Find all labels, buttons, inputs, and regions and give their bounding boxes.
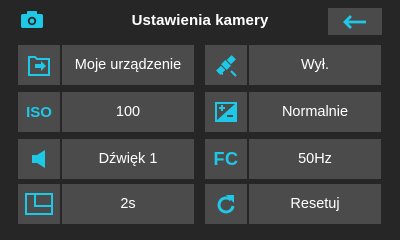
gps-value-button[interactable]: Wył. bbox=[249, 45, 381, 85]
reset-icon-button[interactable] bbox=[205, 184, 247, 224]
frequency-icon-button[interactable]: FC bbox=[205, 139, 247, 179]
exposure-icon-button[interactable] bbox=[205, 92, 247, 132]
exposure-value: Normalnie bbox=[281, 104, 349, 120]
frequency-value-button[interactable]: 50Hz bbox=[249, 139, 381, 179]
reset-label: Resetuj bbox=[290, 196, 340, 212]
iso-value: 100 bbox=[115, 104, 141, 120]
header-bar: Ustawienia kamery bbox=[0, 0, 400, 38]
gps-icon-button[interactable] bbox=[205, 45, 247, 85]
timer-value: 2s bbox=[120, 196, 136, 212]
frequency-value: 50Hz bbox=[298, 151, 332, 167]
iso-icon-button[interactable]: ISO bbox=[18, 92, 60, 132]
satellite-icon bbox=[214, 53, 238, 77]
timer-frame-icon bbox=[25, 193, 53, 215]
storage-icon-button[interactable] bbox=[18, 45, 60, 85]
iso-value-button[interactable]: 100 bbox=[62, 92, 194, 132]
back-button[interactable] bbox=[328, 8, 382, 35]
folder-export-icon bbox=[27, 53, 51, 77]
sound-value-button[interactable]: Dźwięk 1 bbox=[62, 139, 194, 179]
arrow-left-icon bbox=[343, 14, 367, 29]
reset-arrow-icon bbox=[216, 194, 236, 214]
sound-value: Dźwięk 1 bbox=[98, 151, 158, 167]
storage-value: Moje urządzenie bbox=[74, 57, 182, 73]
exposure-icon bbox=[215, 102, 237, 122]
reset-button[interactable]: Resetuj bbox=[249, 184, 381, 224]
speaker-icon bbox=[31, 150, 47, 168]
storage-value-button[interactable]: Moje urządzenie bbox=[62, 45, 194, 85]
exposure-value-button[interactable]: Normalnie bbox=[249, 92, 381, 132]
timer-value-button[interactable]: 2s bbox=[62, 184, 194, 224]
sound-icon-button[interactable] bbox=[18, 139, 60, 179]
iso-label: ISO bbox=[26, 103, 52, 121]
frequency-label: FC bbox=[213, 148, 239, 169]
gps-value: Wył. bbox=[300, 57, 330, 73]
timer-icon-button[interactable] bbox=[18, 184, 60, 224]
